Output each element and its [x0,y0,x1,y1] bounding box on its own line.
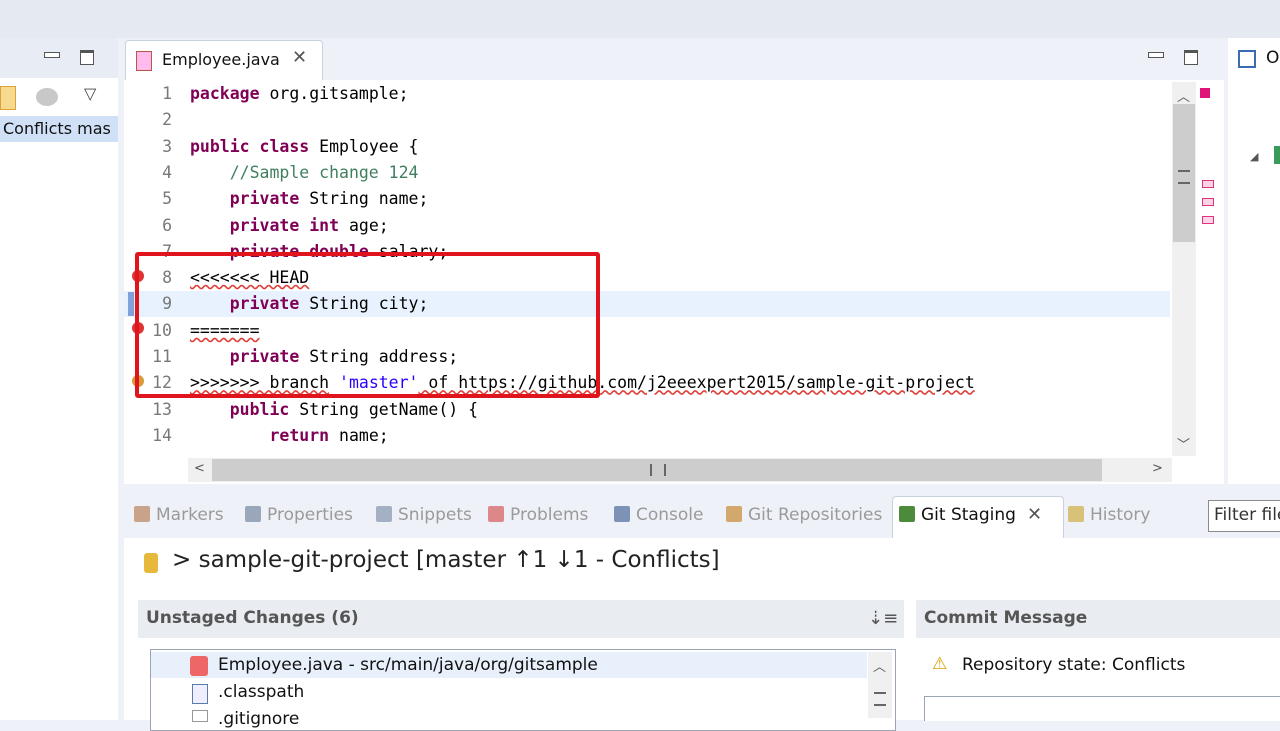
hscroll-grip-icon [650,464,666,476]
editor-minimize-icon[interactable] [1148,52,1164,58]
tab-employee-java[interactable]: Employee.java ✕ [125,40,323,81]
line-number: 4 [162,162,172,182]
markers-icon [134,506,150,522]
conflict-highlight-box [135,252,600,398]
code-line[interactable]: 5 private String name; [124,186,1170,212]
repository-state: Repository state: Conflicts [962,655,1186,675]
repository-icon [144,553,158,573]
overview-marker[interactable] [1202,216,1214,224]
line-number: 13 [152,399,172,419]
list-scroll-grip-icon [874,692,886,706]
xml-file-icon [192,684,208,704]
tab-label: Problems [510,505,589,525]
java-file-icon [136,51,152,71]
tab-label: Console [636,505,704,525]
outline-icon [1238,50,1256,68]
tab-snippets[interactable]: Snippets [376,505,472,525]
tab-label: Git Repositories [748,505,883,525]
unstaged-changes-header: Unstaged Changes (6) [138,600,904,638]
conflict-file-icon [190,656,208,676]
tab-history[interactable]: History [1068,505,1150,525]
tab-problems[interactable]: Problems [488,505,588,525]
tab-label: Employee.java [162,50,280,69]
commit-message-header: Commit Message [916,600,1280,638]
code-text[interactable]: package org.gitsample; [190,81,409,107]
snippets-icon [376,506,392,522]
code-text[interactable]: private int age; [190,213,389,239]
window-top-strip [0,0,1280,38]
git-fetch-icon[interactable] [36,88,58,106]
outline-tab-label[interactable]: O [1266,48,1279,68]
scroll-grip-icon [1178,170,1190,184]
sync-icon[interactable] [0,86,16,110]
close-git-staging-icon[interactable]: ✕ [1027,504,1042,525]
left-minimize-icon[interactable] [44,52,60,58]
code-line[interactable]: 1 package org.gitsample; [124,81,1170,107]
tab-git-staging[interactable]: Git Staging [899,505,1016,525]
tab-label: Markers [156,505,224,525]
properties-icon [245,506,261,522]
selected-repo-label: Conflicts mas [3,119,111,138]
code-text[interactable]: public String getName() { [190,397,478,423]
line-number: 14 [152,425,172,445]
line-number: 2 [162,110,172,130]
left-view-tabbar [0,38,118,78]
view-menu-icon[interactable]: ▽ [84,84,96,103]
list-item[interactable]: .gitignore [218,709,299,729]
text-file-icon [192,710,208,722]
problems-icon [488,506,504,522]
left-view-body [0,78,118,720]
close-tab-icon[interactable]: ✕ [292,47,307,68]
overview-error-marker[interactable] [1200,88,1210,98]
git-repositories-icon [726,506,742,522]
git-staging-icon [899,506,915,522]
scroll-right-icon[interactable]: > [1152,461,1163,476]
tree-expand-icon[interactable]: ◢ [1250,150,1258,163]
repository-title: > sample-git-project [master ↑1 ↓1 - Con… [172,547,720,573]
code-text[interactable]: //Sample change 124 [190,160,419,186]
code-text[interactable]: public class Employee { [190,134,419,160]
change-ruler-mark [128,292,134,316]
console-icon [614,506,630,522]
editor-maximize-icon[interactable] [1184,50,1198,65]
scroll-down-icon[interactable]: ﹀ [1177,434,1190,453]
filter-files-input[interactable]: Filter file [1208,500,1280,532]
line-number: 3 [162,136,172,156]
overview-marker[interactable] [1202,180,1214,188]
left-maximize-icon[interactable] [80,50,94,65]
tab-properties[interactable]: Properties [245,505,353,525]
tab-git-repositories[interactable]: Git Repositories [726,505,882,525]
line-number: 1 [162,84,172,103]
code-text[interactable]: private String name; [190,186,429,212]
sort-icon[interactable]: ⇣≡ [868,608,898,629]
tab-label: Git Staging [921,505,1016,525]
code-text[interactable]: return name; [190,423,388,449]
class-node-icon[interactable] [1274,146,1280,164]
scroll-left-icon[interactable]: < [194,461,205,476]
code-line[interactable]: 14 return name; [124,423,1170,449]
tab-label: History [1090,505,1151,525]
line-number: 5 [162,189,172,209]
outline-view [1228,38,1280,484]
tab-label: Properties [267,505,353,525]
code-line[interactable]: 3 public class Employee { [124,134,1170,160]
scroll-up-icon[interactable]: ︿ [1177,86,1190,105]
code-line[interactable]: 13 public String getName() { [124,397,1170,423]
list-scroll-up-icon[interactable]: ︿ [873,656,886,675]
warning-icon: ⚠ [932,654,948,674]
commit-message-input[interactable] [924,696,1280,721]
list-item[interactable]: .classpath [218,682,304,702]
overview-marker[interactable] [1202,198,1214,206]
code-line[interactable]: 6 private int age; [124,213,1170,239]
tab-label: Snippets [398,505,472,525]
tab-console[interactable]: Console [614,505,704,525]
code-line[interactable]: 4 //Sample change 124 [124,160,1170,186]
line-number: 6 [162,215,172,235]
tab-markers[interactable]: Markers [134,505,224,525]
history-icon [1068,506,1084,522]
list-item[interactable]: Employee.java - src/main/java/org/gitsam… [218,655,598,675]
code-line[interactable]: 2 [124,107,1170,133]
